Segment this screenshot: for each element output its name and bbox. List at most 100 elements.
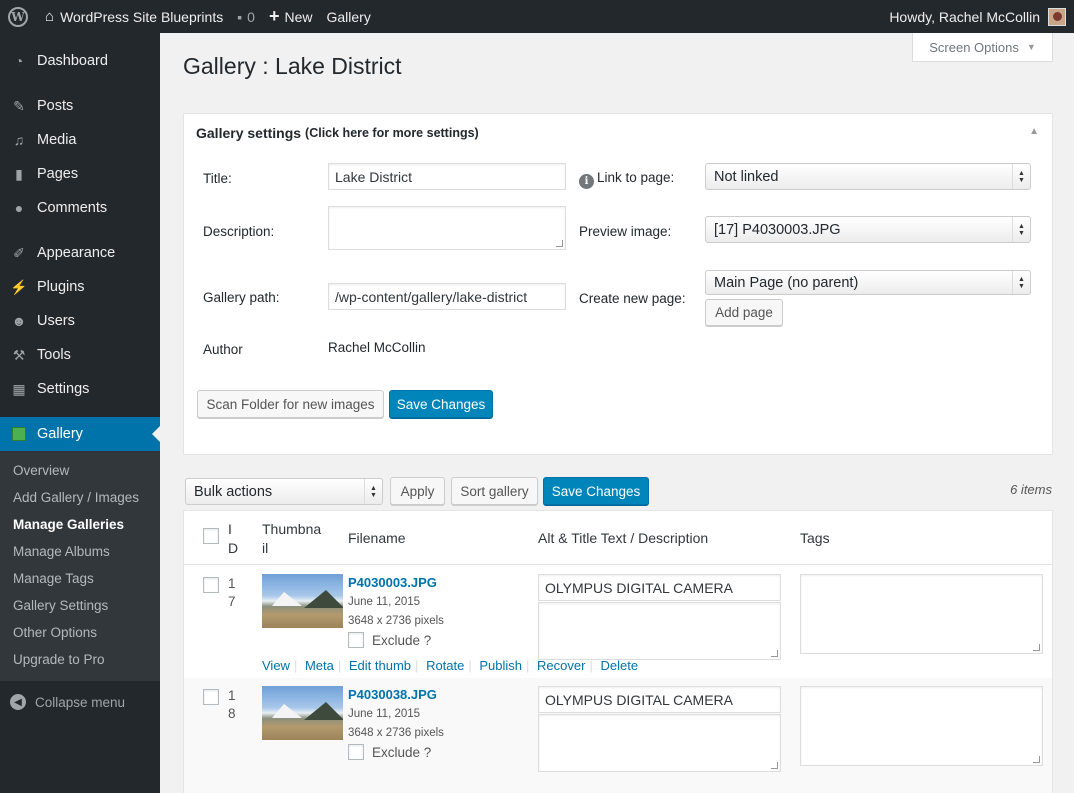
site-name-link[interactable]: ⌂ WordPress Site Blueprints — [38, 0, 230, 33]
table-row: 18 P4030038.JPG June 11, 2015 3648 x 273… — [184, 678, 1052, 793]
header-tags: Tags — [800, 530, 830, 546]
title-input[interactable]: Lake District — [328, 163, 566, 190]
row-id-digit2: 7 — [228, 594, 236, 609]
new-content-link[interactable]: + New — [262, 0, 320, 33]
row-actions: View | Meta | Edit thumb | Rotate | Publish |… — [262, 658, 639, 673]
menu-tools[interactable]: ⚒ Tools — [0, 338, 160, 372]
create-page-select[interactable]: Main Page (no parent) ▲ ▼ — [705, 270, 1031, 295]
exclude-option[interactable]: Exclude ? — [348, 632, 431, 648]
tags-textarea[interactable] — [800, 686, 1043, 766]
description-textarea[interactable] — [328, 206, 566, 250]
edit-thumb-link[interactable]: Edit thumb — [349, 658, 411, 673]
alt-text-input[interactable]: OLYMPUS DIGITAL CAMERA — [538, 686, 781, 713]
menu-appearance[interactable]: ✐ Appearance — [0, 236, 160, 270]
menu-gallery[interactable]: Gallery — [0, 417, 160, 451]
menu-label: Plugins — [37, 279, 85, 295]
filename-link[interactable]: P4030038.JPG — [348, 687, 437, 702]
save-changes-button[interactable]: Save Changes — [543, 477, 649, 505]
preview-image-select[interactable]: [17] P4030003.JPG ▲ ▼ — [705, 216, 1031, 243]
tags-textarea[interactable] — [800, 574, 1043, 654]
rotate-link[interactable]: Rotate — [426, 658, 464, 673]
gallery-link[interactable]: Gallery — [320, 0, 378, 33]
link-to-page-select[interactable]: Not linked ▲ ▼ — [705, 163, 1031, 190]
screen-options-button[interactable]: Screen Options ▼ — [912, 33, 1053, 62]
submenu-gallery-settings[interactable]: Gallery Settings — [0, 592, 160, 619]
menu-plugins[interactable]: ⚡ Plugins — [0, 270, 160, 304]
thumbnail-image[interactable] — [262, 574, 343, 628]
resize-handle-icon[interactable] — [771, 650, 778, 657]
description-textarea[interactable] — [538, 602, 781, 660]
menu-media[interactable]: ♫ Media — [0, 123, 160, 157]
wp-logo-menu[interactable]: W — [0, 0, 38, 33]
header-id-line1: I — [228, 521, 232, 537]
collapse-toggle-icon[interactable]: ▲ — [1029, 126, 1039, 137]
sort-gallery-button[interactable]: Sort gallery — [451, 477, 538, 505]
info-icon[interactable]: i — [579, 174, 594, 189]
header-alt-title[interactable]: Alt & Title Text / Description — [538, 529, 708, 548]
delete-link[interactable]: Delete — [600, 658, 638, 673]
gallery-path-input[interactable]: /wp-content/gallery/lake-district — [328, 283, 566, 310]
exclude-option[interactable]: Exclude ? — [348, 744, 431, 760]
preview-image-label: Preview image: — [579, 224, 672, 239]
recover-link[interactable]: Recover — [537, 658, 585, 673]
description-textarea[interactable] — [538, 714, 781, 772]
submenu-manage-albums[interactable]: Manage Albums — [0, 538, 160, 565]
submenu-overview[interactable]: Overview — [0, 457, 160, 484]
menu-dashboard[interactable]: ◔ Dashboard — [0, 44, 160, 78]
user-icon: ☻ — [11, 313, 27, 329]
header-filename[interactable]: Filename — [348, 529, 406, 548]
collapse-menu-button[interactable]: ◀ Collapse menu — [0, 685, 160, 719]
row-checkbox[interactable] — [203, 577, 219, 593]
gallery-submenu: Overview Add Gallery / Images Manage Gal… — [0, 451, 160, 681]
admin-bar: W ⌂ WordPress Site Blueprints ▪ 0 + New … — [0, 0, 1074, 33]
comments-link[interactable]: ▪ 0 — [230, 0, 262, 33]
gallery-settings-header[interactable]: Gallery settings (Click here for more se… — [184, 114, 1052, 152]
add-page-button[interactable]: Add page — [705, 299, 783, 326]
wordpress-logo-icon: W — [8, 6, 28, 27]
meta-link[interactable]: Meta — [305, 658, 334, 673]
menu-pages[interactable]: ▮ Pages — [0, 157, 160, 191]
items-count: 6 items — [1010, 482, 1052, 497]
menu-settings[interactable]: ▦ Settings — [0, 372, 160, 406]
save-settings-button[interactable]: Save Changes — [389, 390, 493, 418]
alt-text-input[interactable]: OLYMPUS DIGITAL CAMERA — [538, 574, 781, 601]
row-checkbox[interactable] — [203, 689, 219, 705]
menu-comments[interactable]: ● Comments — [0, 191, 160, 225]
submenu-upgrade-pro[interactable]: Upgrade to Pro — [0, 646, 160, 673]
resize-handle-icon[interactable] — [1033, 644, 1040, 651]
preview-select-value: [17] P4030003.JPG — [714, 221, 841, 238]
thumbnail-image[interactable] — [262, 686, 343, 740]
filename-link[interactable]: P4030003.JPG — [348, 575, 437, 590]
resize-handle-icon[interactable] — [1033, 756, 1040, 763]
submenu-manage-galleries[interactable]: Manage Galleries — [0, 511, 160, 538]
menu-posts[interactable]: ✎ Posts — [0, 89, 160, 123]
plugin-icon: ⚡ — [10, 278, 28, 295]
my-account-link[interactable]: Howdy, Rachel McCollin — [882, 0, 1074, 33]
dashboard-icon: ◔ — [14, 53, 24, 69]
submenu-add-gallery[interactable]: Add Gallery / Images — [0, 484, 160, 511]
menu-label: Users — [37, 313, 75, 329]
view-link[interactable]: View — [262, 658, 290, 673]
scan-folder-button[interactable]: Scan Folder for new images — [197, 390, 384, 418]
header-id[interactable]: ID — [228, 520, 238, 558]
home-icon: ⌂ — [45, 8, 55, 25]
menu-users[interactable]: ☻ Users — [0, 304, 160, 338]
submenu-other-options[interactable]: Other Options — [0, 619, 160, 646]
exclude-checkbox[interactable] — [348, 632, 364, 648]
publish-link[interactable]: Publish — [479, 658, 522, 673]
menu-label: Gallery — [37, 426, 83, 442]
row-id-digit1: 1 — [228, 688, 236, 703]
resize-handle-icon[interactable] — [771, 762, 778, 769]
apply-button[interactable]: Apply — [390, 477, 445, 505]
header-thumb-line1: Thumbna — [262, 521, 322, 537]
exclude-checkbox[interactable] — [348, 744, 364, 760]
image-dimensions: 3648 x 2736 pixels — [348, 615, 444, 627]
bulk-actions-select[interactable]: Bulk actions ▲ ▼ — [185, 478, 383, 505]
resize-handle-icon[interactable] — [556, 240, 563, 247]
row-id: 18 — [228, 687, 240, 723]
row-id-digit1: 1 — [228, 576, 236, 591]
header-thumbnail: Thumbna il — [262, 520, 321, 558]
select-all-checkbox[interactable] — [203, 528, 219, 544]
link-label-text: Link to page: — [597, 170, 675, 185]
submenu-manage-tags[interactable]: Manage Tags — [0, 565, 160, 592]
